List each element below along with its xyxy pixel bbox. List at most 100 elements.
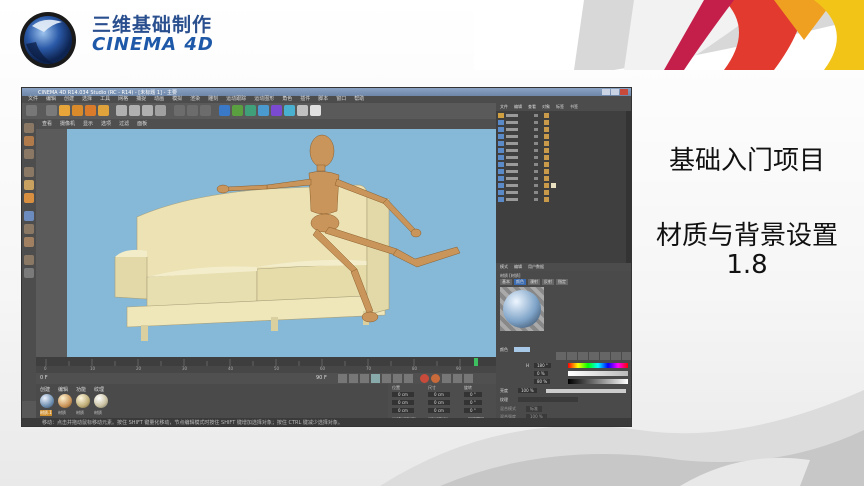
menu-item[interactable]: 运动跟踪 xyxy=(226,96,246,103)
y-axis-icon[interactable] xyxy=(129,105,140,116)
color-picker-image-icon[interactable] xyxy=(578,352,588,360)
menu-item[interactable]: 文件 xyxy=(28,96,38,103)
menu-item[interactable]: 角色 xyxy=(282,96,292,103)
menu-item[interactable]: 创建 xyxy=(64,96,74,103)
color-picker-wheel-icon[interactable] xyxy=(556,352,566,360)
attr-menu-item[interactable]: 编辑 xyxy=(514,263,522,271)
menu-item[interactable]: 窗口 xyxy=(336,96,346,103)
material-preview[interactable] xyxy=(500,287,544,331)
coord-system-icon[interactable] xyxy=(155,105,166,116)
maximize-icon[interactable] xyxy=(611,89,619,95)
menu-item[interactable]: 模拟 xyxy=(172,96,182,103)
attr-subtab[interactable]: 指定 xyxy=(556,279,568,285)
viewport-menu-item[interactable]: 选项 xyxy=(101,119,111,129)
undo-icon[interactable] xyxy=(26,105,37,116)
camera-icon[interactable] xyxy=(297,105,308,116)
color-picker-hsv-icon[interactable] xyxy=(600,352,610,360)
value-slider[interactable] xyxy=(568,379,628,384)
frame-end-field[interactable]: 90 F xyxy=(316,375,327,381)
object-manager-menu-item[interactable]: 对象 xyxy=(542,103,550,111)
hue-slider[interactable] xyxy=(568,363,628,368)
timeline-track[interactable] xyxy=(36,357,496,366)
z-axis-icon[interactable] xyxy=(142,105,153,116)
attr-menu-item[interactable]: 模式 xyxy=(500,263,508,271)
menu-item[interactable]: 工具 xyxy=(100,96,110,103)
render-view-icon[interactable] xyxy=(174,105,185,116)
spline-icon[interactable] xyxy=(232,105,243,116)
rotation-h-field[interactable]: 0 ° xyxy=(464,392,482,397)
color-picker-rgb-icon[interactable] xyxy=(589,352,599,360)
attr-menu-item[interactable]: 用户数据 xyxy=(528,263,544,271)
last-frame-icon[interactable] xyxy=(404,374,413,383)
next-frame-icon[interactable] xyxy=(382,374,391,383)
material-swatch[interactable] xyxy=(94,394,108,408)
menu-item[interactable]: 网格 xyxy=(118,96,128,103)
menu-item[interactable]: 运动图形 xyxy=(254,96,274,103)
first-frame-icon[interactable] xyxy=(338,374,347,383)
size-y-field[interactable]: 0 cm xyxy=(428,400,450,405)
value-field[interactable]: 80 % xyxy=(534,379,551,384)
polygons-mode-icon[interactable] xyxy=(24,193,34,203)
deformer-icon[interactable] xyxy=(271,105,282,116)
color-swatch[interactable] xyxy=(514,347,530,352)
position-x-field[interactable]: 0 cm xyxy=(392,392,414,397)
frame-start-field[interactable]: 0 F xyxy=(40,375,48,381)
viewport-menu-item[interactable]: 查看 xyxy=(42,119,52,129)
select-icon[interactable] xyxy=(46,105,57,116)
keyframe-icon[interactable] xyxy=(442,374,451,383)
menu-item[interactable]: 选择 xyxy=(82,96,92,103)
material-swatch[interactable] xyxy=(58,394,72,408)
position-z-field[interactable]: 0 cm xyxy=(392,408,414,413)
material-menu-item[interactable]: 纹理 xyxy=(94,386,104,393)
edges-mode-icon[interactable] xyxy=(24,180,34,190)
nurbs-icon[interactable] xyxy=(245,105,256,116)
object-manager-menu-item[interactable]: 标签 xyxy=(556,103,564,111)
color-picker-spectrum-icon[interactable] xyxy=(567,352,577,360)
playhead-marker[interactable] xyxy=(474,358,478,366)
timeline-settings-icon[interactable] xyxy=(453,374,462,383)
position-y-field[interactable]: 0 cm xyxy=(392,400,414,405)
rotate-icon[interactable] xyxy=(85,105,96,116)
key-mode-icon[interactable] xyxy=(464,374,473,383)
snap-icon[interactable] xyxy=(24,224,34,234)
menu-item[interactable]: 脚本 xyxy=(318,96,328,103)
array-icon[interactable] xyxy=(258,105,269,116)
material-menu-item[interactable]: 功能 xyxy=(76,386,86,393)
attr-subtab[interactable]: 基本 xyxy=(500,279,512,285)
prev-key-icon[interactable] xyxy=(349,374,358,383)
size-z-field[interactable]: 0 cm xyxy=(428,408,450,413)
brightness-slider[interactable] xyxy=(546,389,626,393)
menu-item[interactable]: 编辑 xyxy=(46,96,56,103)
rotation-b-field[interactable]: 0 ° xyxy=(464,408,482,413)
light-icon[interactable] xyxy=(310,105,321,116)
model-mode-icon[interactable] xyxy=(24,136,34,146)
close-icon[interactable] xyxy=(620,89,628,95)
menu-item[interactable]: 雕刻 xyxy=(208,96,218,103)
window-titlebar[interactable]: CINEMA 4D R14.034 Studio (RC - R14) - [未… xyxy=(22,88,631,96)
attr-subtab[interactable]: 颜色 xyxy=(514,279,526,285)
cube-icon[interactable] xyxy=(219,105,230,116)
material-swatch[interactable] xyxy=(76,394,90,408)
hue-field[interactable]: 180 ° xyxy=(534,363,551,368)
lock-workplane-icon[interactable] xyxy=(24,255,34,265)
attr-subtab[interactable]: 漫射 xyxy=(528,279,540,285)
object-manager-menu-item[interactable]: 编辑 xyxy=(514,103,522,111)
material-menu-item[interactable]: 编辑 xyxy=(58,386,68,393)
mix-mode-select[interactable]: 标准 xyxy=(526,406,542,412)
menu-item[interactable]: 帮助 xyxy=(354,96,364,103)
attr-subtab[interactable]: 反射 xyxy=(542,279,554,285)
material-swatch[interactable] xyxy=(40,394,54,408)
viewport-menu-item[interactable]: 面板 xyxy=(137,119,147,129)
texture-mode-icon[interactable] xyxy=(24,149,34,159)
color-picker-mixer-icon[interactable] xyxy=(622,352,631,360)
viewport-menu-item[interactable]: 过滤 xyxy=(119,119,129,129)
menu-item[interactable]: 捕捉 xyxy=(136,96,146,103)
record-icon[interactable] xyxy=(420,374,429,383)
x-axis-icon[interactable] xyxy=(116,105,127,116)
render-picture-icon[interactable] xyxy=(187,105,198,116)
saturation-field[interactable]: 0 % xyxy=(534,371,548,376)
axis-mode-icon[interactable] xyxy=(24,211,34,221)
object-manager-menu-item[interactable]: 文件 xyxy=(500,103,508,111)
next-key-icon[interactable] xyxy=(393,374,402,383)
move-icon[interactable] xyxy=(59,105,70,116)
